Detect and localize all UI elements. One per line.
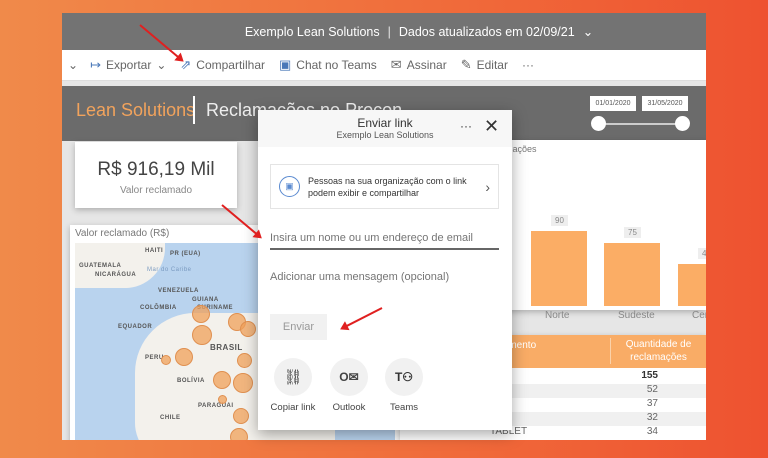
divider xyxy=(193,96,195,124)
data-label: 4 xyxy=(698,248,706,259)
chevron-right-icon: › xyxy=(485,178,490,195)
map-label: BOLÍVIA xyxy=(177,378,205,384)
data-updated[interactable]: Dados atualizados em 02/09/21 xyxy=(399,25,575,39)
bar-centro[interactable] xyxy=(678,264,706,306)
column-header-count[interactable]: Quantidade de reclamações xyxy=(610,338,706,364)
brand-title: Lean Solutions xyxy=(76,100,196,120)
dialog-subtitle: Exemplo Lean Solutions xyxy=(336,130,434,140)
bar-norte[interactable] xyxy=(531,230,587,306)
map-label: GUIANA xyxy=(192,297,219,303)
briefcase-icon: ▣ xyxy=(279,176,300,197)
dialog-more-button[interactable]: ··· xyxy=(460,119,472,133)
edit-button[interactable]: ✎ Editar xyxy=(461,57,508,73)
map-bubble[interactable] xyxy=(240,321,256,337)
map-bubble[interactable] xyxy=(233,373,253,393)
map-bubble[interactable] xyxy=(175,348,193,366)
message-input[interactable] xyxy=(270,266,499,288)
workspace-name: Exemplo Lean Solutions xyxy=(244,24,380,39)
pencil-icon: ✎ xyxy=(460,57,472,72)
map-bubble[interactable] xyxy=(233,408,249,424)
link-icon: ⛓ xyxy=(274,358,312,396)
teams-icon: ▣ xyxy=(279,57,292,72)
category-label: Centro xyxy=(692,310,706,321)
edit-label: Editar xyxy=(476,58,508,72)
map-bubble[interactable] xyxy=(192,305,210,323)
send-link-dialog: Enviar link Exemplo Lean Solutions ··· ✕… xyxy=(258,110,512,430)
send-button[interactable]: Enviar xyxy=(270,314,327,340)
map-label: PARAGUAI xyxy=(198,403,234,409)
slider-handle-start[interactable] xyxy=(591,116,606,131)
map-label: Mar do Caribe xyxy=(147,267,192,273)
map-label: EQUADOR xyxy=(118,324,153,330)
teams-label: Teams xyxy=(390,402,418,413)
export-icon: ↦ xyxy=(90,57,101,72)
copy-link-button[interactable]: ⛓ Copiar link xyxy=(265,358,321,413)
date-slider-track[interactable] xyxy=(598,123,683,125)
map-bubble[interactable] xyxy=(218,395,227,404)
map-label: NICARÁGUA xyxy=(95,272,137,278)
link-permission-button[interactable]: ▣ Pessoas na sua organização com o link … xyxy=(270,164,499,209)
share-label: Compartilhar xyxy=(196,58,265,72)
map-label: VENEZUELA xyxy=(158,288,199,294)
permission-text: Pessoas na sua organização com o link po… xyxy=(308,175,467,198)
chevron-down-icon: ⌄ xyxy=(156,58,167,72)
top-bar: Exemplo Lean Solutions | Dados atualizad… xyxy=(62,13,706,50)
map-bubble[interactable] xyxy=(237,353,252,368)
export-button[interactable]: ↦ Exportar ⌄ xyxy=(90,57,166,73)
bar-sudeste[interactable] xyxy=(604,243,660,306)
map-label: GUATEMALA xyxy=(79,263,122,269)
kpi-card: R$ 916,19 Mil Valor reclamado xyxy=(75,142,237,208)
table-cell: 52 xyxy=(646,384,658,395)
table-cell: 37 xyxy=(646,398,658,409)
data-label: 90 xyxy=(551,214,568,226)
map-label: HAITI xyxy=(145,248,164,254)
chevron-down-icon[interactable]: ⌄ xyxy=(68,58,78,72)
close-icon[interactable]: ✕ xyxy=(484,116,499,137)
category-label: Sudeste xyxy=(618,310,655,321)
export-label: Exportar xyxy=(105,58,152,72)
kpi-label: Valor reclamado xyxy=(119,185,193,196)
email-input[interactable] xyxy=(270,228,499,250)
map-bubble[interactable] xyxy=(213,371,231,389)
teams-icon: T⚇ xyxy=(385,358,423,396)
map-label: CHILE xyxy=(160,415,181,421)
dialog-title: Enviar link xyxy=(357,116,413,130)
outlook-icon: O✉ xyxy=(330,358,368,396)
teams-chat-label: Chat no Teams xyxy=(296,58,377,72)
category-label: Norte xyxy=(545,310,570,321)
map-label: COLÔMBIA xyxy=(140,305,177,311)
map-bubble[interactable] xyxy=(230,428,248,440)
copy-link-label: Copiar link xyxy=(270,402,316,413)
map-bubble[interactable] xyxy=(192,325,212,345)
more-options-button[interactable]: ··· xyxy=(522,58,534,72)
share-button[interactable]: ⇗ Compartilhar xyxy=(180,57,265,73)
map-label: BRASIL xyxy=(210,343,243,352)
outlook-label: Outlook xyxy=(332,402,366,413)
slider-handle-end[interactable] xyxy=(675,116,690,131)
date-start[interactable]: 01/01/2020 xyxy=(590,96,636,111)
map-bubble[interactable] xyxy=(161,355,171,365)
map-label: PR (EUA) xyxy=(170,251,201,257)
table-cell: 34 xyxy=(646,426,658,437)
table-cell: 32 xyxy=(646,412,658,423)
toolbar: ⌄ ↦ Exportar ⌄ ⇗ Compartilhar ▣ Chat no Team… xyxy=(62,50,706,81)
mail-icon: ✉ xyxy=(390,57,402,72)
subscribe-button[interactable]: ✉ Assinar xyxy=(391,57,447,73)
teams-share-button[interactable]: T⚇ Teams xyxy=(376,358,432,413)
data-label: 75 xyxy=(624,227,641,239)
table-cell: 155 xyxy=(641,370,658,381)
outlook-button[interactable]: O✉ Outlook xyxy=(321,358,377,413)
kpi-value: R$ 916,19 Mil xyxy=(97,159,215,180)
map-title: Valor reclamado (R$) xyxy=(75,228,170,239)
date-end[interactable]: 31/05/2020 xyxy=(642,96,688,111)
teams-chat-button[interactable]: ▣ Chat no Teams xyxy=(279,57,377,73)
subscribe-label: Assinar xyxy=(406,58,447,72)
chevron-down-icon[interactable]: ⌄ xyxy=(583,24,593,39)
